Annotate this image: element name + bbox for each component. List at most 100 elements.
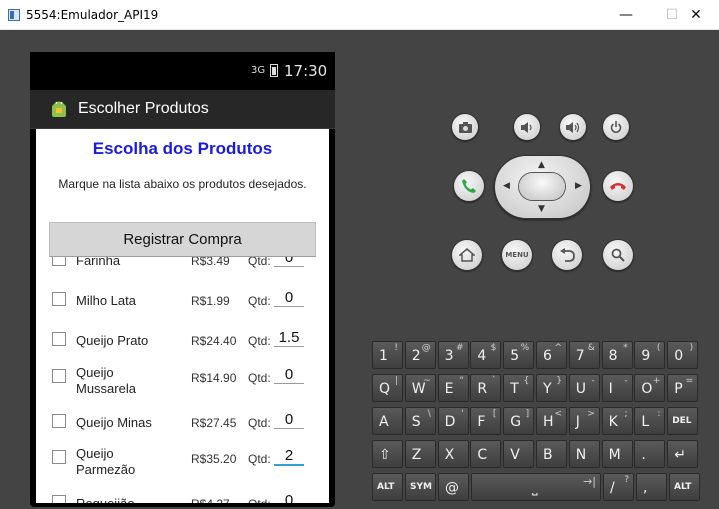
- call-button[interactable]: [454, 171, 484, 201]
- key-o[interactable]: O +: [634, 374, 666, 402]
- key-shift[interactable]: ⇧: [372, 440, 403, 468]
- product-checkbox[interactable]: [52, 369, 66, 383]
- dpad-left-icon[interactable]: ◀: [503, 181, 510, 191]
- key-3[interactable]: 3 #: [437, 341, 469, 369]
- product-checkbox[interactable]: [52, 495, 66, 503]
- key-t[interactable]: T{: [503, 374, 535, 402]
- key-v[interactable]: V: [503, 440, 535, 468]
- signal-icon: 3G: [251, 65, 266, 76]
- key-d[interactable]: D ': [437, 407, 469, 435]
- key-i[interactable]: I-: [601, 374, 633, 402]
- key-6[interactable]: 6 ^: [536, 341, 567, 369]
- power-button[interactable]: [603, 114, 629, 140]
- quantity-input[interactable]: 2: [274, 447, 304, 466]
- search-button[interactable]: [603, 240, 633, 270]
- dpad-up-icon[interactable]: ▲: [538, 160, 545, 170]
- dpad-right-icon[interactable]: ▶: [575, 181, 582, 191]
- quantity-input[interactable]: 0: [274, 289, 304, 307]
- menu-button[interactable]: MENU: [502, 240, 532, 270]
- volume-down-button[interactable]: [514, 114, 540, 140]
- dpad-down-icon[interactable]: ▼: [538, 204, 545, 214]
- key-j[interactable]: J >: [568, 407, 600, 435]
- menu-label: MENU: [505, 251, 529, 259]
- key-9[interactable]: 9(: [634, 341, 666, 369]
- key-m[interactable]: M: [601, 440, 633, 468]
- key-comma[interactable]: ,: [636, 473, 667, 501]
- key-2[interactable]: 2 @: [404, 341, 436, 369]
- quantity-input[interactable]: 1.5: [274, 329, 304, 347]
- key-q[interactable]: Q |: [372, 374, 403, 402]
- phone-screen: 3G 17:30 Escolher Produtos Escolha dos P…: [30, 52, 335, 507]
- product-price: R$4.27: [191, 497, 230, 503]
- product-price: R$24.40: [191, 334, 237, 348]
- window-titlebar: 5554:Emulador_API19 — ☐ ✕: [0, 0, 719, 30]
- product-row: Queijo Minas R$27.45 Qtd: 0: [36, 404, 329, 440]
- key-sym[interactable]: SYM: [405, 473, 436, 501]
- key-e[interactable]: E ": [437, 374, 469, 402]
- end-call-icon: [610, 183, 626, 190]
- product-checkbox[interactable]: [52, 332, 66, 346]
- key-k[interactable]: K;: [601, 407, 633, 435]
- register-purchase-button[interactable]: Registrar Compra: [49, 222, 316, 257]
- product-name: Requeijão: [76, 496, 176, 503]
- product-name: Milho Lata: [76, 293, 136, 308]
- key-8[interactable]: 8 *: [601, 341, 633, 369]
- key-y[interactable]: Y}: [536, 374, 567, 402]
- key-1[interactable]: 1!: [372, 341, 403, 369]
- volume-down-icon: [521, 121, 532, 133]
- key-c[interactable]: C: [470, 440, 502, 468]
- key-s[interactable]: S \: [404, 407, 436, 435]
- product-checkbox[interactable]: [52, 257, 66, 266]
- key-g[interactable]: G]: [503, 407, 535, 435]
- product-checkbox[interactable]: [52, 414, 66, 428]
- key-slash[interactable]: /?: [603, 473, 634, 501]
- camera-button[interactable]: [452, 114, 478, 140]
- key-a[interactable]: A: [372, 407, 403, 435]
- emulator-app-icon: [8, 9, 20, 21]
- back-button[interactable]: [552, 240, 582, 270]
- product-checkbox[interactable]: [52, 292, 66, 306]
- product-list[interactable]: Farinha R$3.49 Qtd: 0 Milho Lata R$1.99 Qtd: 0 Q…: [36, 257, 329, 503]
- quantity-input[interactable]: 0: [274, 411, 304, 429]
- key-f[interactable]: F[: [470, 407, 502, 435]
- instruction-text: Marque na lista abaixo os produtos desej…: [58, 177, 307, 191]
- quantity-input[interactable]: 0: [274, 257, 304, 267]
- key-0[interactable]: 0): [667, 341, 699, 369]
- key-h[interactable]: H <: [536, 407, 567, 435]
- minimize-button[interactable]: —: [603, 0, 649, 30]
- product-price: R$27.45: [191, 416, 237, 430]
- product-row: Farinha R$3.49 Qtd: 0: [36, 257, 329, 278]
- key-del[interactable]: DEL: [667, 407, 699, 435]
- key-b[interactable]: B: [536, 440, 567, 468]
- key-x[interactable]: X: [437, 440, 469, 468]
- product-checkbox[interactable]: [52, 450, 66, 464]
- quantity-input[interactable]: 0: [274, 366, 304, 384]
- key-at[interactable]: @: [438, 473, 469, 501]
- key-w[interactable]: W ~: [404, 374, 436, 402]
- volume-up-button[interactable]: [560, 114, 586, 140]
- key-space[interactable]: ⎵ →|: [471, 473, 601, 501]
- key-4[interactable]: 4 $: [470, 341, 502, 369]
- dpad-center-button[interactable]: [519, 173, 565, 200]
- close-button[interactable]: ✕: [673, 0, 719, 30]
- key-n[interactable]: N: [568, 440, 600, 468]
- key-7[interactable]: 7 &: [568, 341, 600, 369]
- key-alt-right[interactable]: ALT: [669, 473, 700, 501]
- quantity-input[interactable]: 0: [274, 492, 304, 503]
- dpad[interactable]: ▲ ▼ ◀ ▶: [495, 156, 590, 218]
- end-call-button[interactable]: [603, 171, 633, 201]
- key-.[interactable]: .: [634, 440, 666, 468]
- key-alt-left[interactable]: ALT: [372, 473, 403, 501]
- product-name: Queijo Minas: [76, 415, 152, 430]
- home-button[interactable]: [452, 240, 482, 270]
- key-z[interactable]: Z: [404, 440, 436, 468]
- product-name: Farinha: [76, 257, 121, 268]
- key-u[interactable]: U-: [568, 374, 600, 402]
- key-5[interactable]: 5%: [503, 341, 535, 369]
- quantity-label: Qtd:: [248, 416, 271, 430]
- key-p[interactable]: P =: [667, 374, 699, 402]
- key-enter[interactable]: ↵: [667, 440, 699, 468]
- key-l[interactable]: L:: [634, 407, 666, 435]
- key-r[interactable]: R `: [470, 374, 502, 402]
- product-price: R$14.90: [191, 371, 237, 385]
